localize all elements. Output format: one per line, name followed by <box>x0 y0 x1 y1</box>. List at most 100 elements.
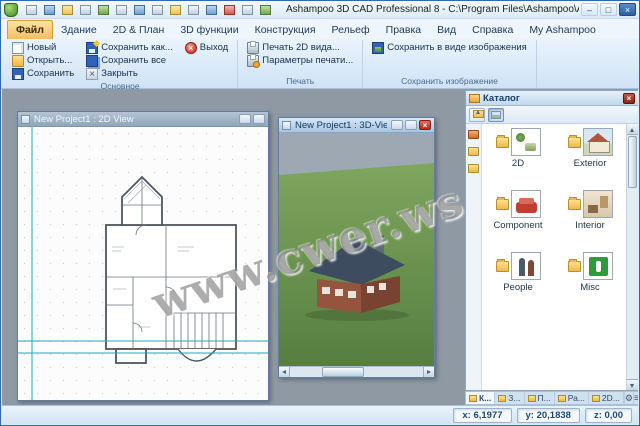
toolbar-icon[interactable] <box>149 3 166 17</box>
toolbar-icon[interactable] <box>203 3 220 17</box>
save-icon <box>12 68 24 80</box>
new-button[interactable]: Новый <box>8 41 78 54</box>
catalog-panel: Каталог 2D Ex <box>465 90 638 391</box>
catalog-icon <box>469 94 480 103</box>
panel-tab-3[interactable]: П... <box>525 392 555 404</box>
save-button[interactable]: Сохранить <box>8 67 78 80</box>
scrollbar-thumb[interactable] <box>322 367 364 377</box>
catalog-item-interior[interactable]: Interior <box>554 190 626 252</box>
catalog-close-icon[interactable] <box>623 93 635 104</box>
folder-icon <box>568 199 581 210</box>
toolbar-icon[interactable] <box>113 3 130 17</box>
open-button[interactable]: Открыть... <box>8 54 78 67</box>
button-label: Новый <box>27 42 56 54</box>
tab-file[interactable]: Файл <box>7 20 53 39</box>
2d-window-title: New Project1 : 2D View <box>34 114 235 125</box>
folder-icon <box>469 395 477 402</box>
folder-icon <box>498 395 506 402</box>
panel-tab-2[interactable]: З... <box>495 392 524 404</box>
toolbar-icon[interactable] <box>95 3 112 17</box>
3d-window-title-bar[interactable]: New Project1 : 3D-View <box>279 118 434 133</box>
toolbar-icon[interactable] <box>239 3 256 17</box>
toolbar-icon[interactable] <box>257 3 274 17</box>
toolbar-icon[interactable] <box>131 3 148 17</box>
toolbar-icon[interactable] <box>59 3 76 17</box>
tab-help[interactable]: Справка <box>464 21 521 39</box>
3d-minimize-button[interactable] <box>391 120 403 130</box>
panel-tab-catalog[interactable]: К... <box>466 392 495 404</box>
panel-tab-label: 2D... <box>602 393 620 403</box>
scroll-down-icon[interactable] <box>627 379 638 390</box>
minimize-button[interactable]: – <box>581 3 598 16</box>
tab-building[interactable]: Здание <box>53 21 105 39</box>
catalog-item-2d[interactable]: 2D <box>482 128 554 190</box>
panel-tab-4[interactable]: Ра... <box>555 392 589 404</box>
3d-horizontal-scrollbar[interactable] <box>279 366 434 377</box>
toolbar-icon[interactable] <box>221 3 238 17</box>
scrollbar-thumb[interactable] <box>628 136 637 188</box>
catalog-scrollbar[interactable] <box>626 124 638 390</box>
tab-3d-functions[interactable]: 3D функции <box>172 21 246 39</box>
maximize-button[interactable]: □ <box>600 3 617 16</box>
close-project-icon <box>86 68 98 80</box>
menu-icon[interactable] <box>633 392 638 404</box>
2d-minimize-button[interactable] <box>239 114 251 124</box>
tab-terrain[interactable]: Рельеф <box>324 21 378 39</box>
exit-button[interactable]: Выход <box>181 41 232 54</box>
tab-2d-plan[interactable]: 2D & План <box>105 21 173 39</box>
tab-edit[interactable]: Правка <box>378 21 429 39</box>
catalog-item-misc[interactable]: Misc <box>554 252 626 314</box>
catalog-item-component[interactable]: Component <box>482 190 554 252</box>
scroll-right-icon[interactable] <box>423 367 434 377</box>
toolbar-icon[interactable] <box>185 3 202 17</box>
close-project-button[interactable]: Закрыть <box>82 67 177 80</box>
exit-icon <box>185 42 197 54</box>
title-bar[interactable]: Ashampoo 3D CAD Professional 8 - C:\Prog… <box>1 1 639 19</box>
folder-icon[interactable] <box>468 164 479 173</box>
tab-view[interactable]: Вид <box>429 21 464 39</box>
thumbnail-view-icon[interactable] <box>488 108 504 122</box>
print-2d-button[interactable]: Печать 2D вида... <box>243 41 357 54</box>
ribbon: Новый Открыть... Сохранить Сохранить как… <box>1 39 639 89</box>
save-as-image-button[interactable]: Сохранить в виде изображения <box>368 41 531 54</box>
catalog-header[interactable]: Каталог <box>466 91 638 106</box>
2d-maximize-button[interactable] <box>253 114 265 124</box>
toolbar-icon[interactable] <box>41 3 58 17</box>
tab-my-ashampoo[interactable]: My Ashampoo <box>521 21 604 39</box>
3d-maximize-button[interactable] <box>405 120 417 130</box>
save-as-button[interactable]: Сохранить как... <box>82 41 177 54</box>
catalog-thumbnail <box>511 252 541 280</box>
folder-icon[interactable] <box>468 130 479 139</box>
toolbar-icon[interactable] <box>167 3 184 17</box>
catalog-item-people[interactable]: People <box>482 252 554 314</box>
catalog-item-exterior[interactable]: Exterior <box>554 128 626 190</box>
catalog-title: Каталог <box>483 93 620 104</box>
save-all-button[interactable]: Сохранить все <box>82 54 177 67</box>
2d-window-title-bar[interactable]: New Project1 : 2D View <box>18 112 268 127</box>
close-button[interactable]: × <box>619 3 636 16</box>
folder-icon[interactable] <box>468 147 479 156</box>
button-label: Открыть... <box>27 55 72 67</box>
coordinate-x: x: 6,1977 <box>453 408 511 423</box>
folder-icon <box>558 395 566 402</box>
catalog-grid: 2D Exterior Component Interior <box>482 124 626 388</box>
tab-construction[interactable]: Конструкция <box>247 21 324 39</box>
catalog-item-label: Exterior <box>554 158 626 169</box>
gear-icon[interactable] <box>624 392 633 404</box>
catalog-thumbnail <box>583 252 613 280</box>
scroll-left-icon[interactable] <box>279 367 290 377</box>
3d-window-title: New Project1 : 3D-View <box>295 120 387 131</box>
folder-icon <box>592 395 600 402</box>
panel-tab-5[interactable]: 2D... <box>589 392 624 404</box>
window-title: Ashampoo 3D CAD Professional 8 - C:\Prog… <box>276 4 579 15</box>
scroll-up-icon[interactable] <box>627 124 638 135</box>
2d-drawing-canvas[interactable] <box>18 127 268 400</box>
panel-tab-label: Ра... <box>568 393 585 403</box>
3d-render-canvas[interactable] <box>279 133 434 366</box>
button-label: Сохранить как... <box>101 42 173 54</box>
folder-up-icon[interactable] <box>469 108 485 122</box>
print-settings-button[interactable]: Параметры печати... <box>243 54 357 67</box>
toolbar-icon[interactable] <box>77 3 94 17</box>
toolbar-icon[interactable] <box>23 3 40 17</box>
3d-close-button[interactable] <box>419 120 431 130</box>
